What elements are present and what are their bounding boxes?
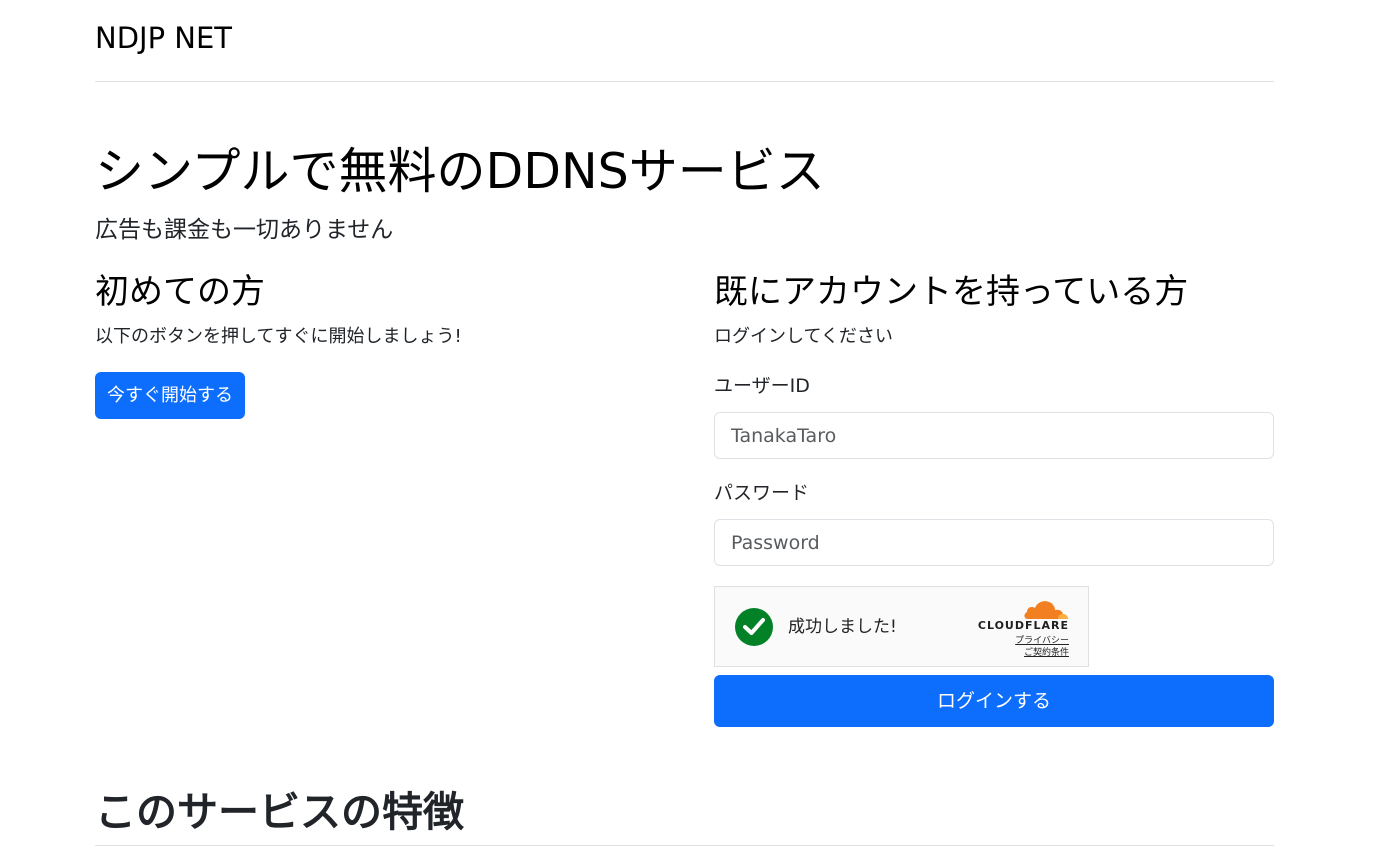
- password-input[interactable]: [714, 519, 1274, 566]
- cloudflare-cloud-icon: [1024, 601, 1068, 619]
- features-title: このサービスの特徴: [95, 788, 464, 836]
- login-title: 既にアカウントを持っている方: [714, 272, 1189, 312]
- hero-subtitle: 広告も課金も一切ありません: [95, 217, 394, 243]
- hero-title: シンプルで無料のDDNSサービス: [95, 143, 825, 200]
- user-id-input[interactable]: [714, 412, 1274, 459]
- start-now-button[interactable]: 今すぐ開始する: [95, 372, 245, 419]
- new-users-text: 以下のボタンを押してすぐに開始しましょう!: [95, 326, 462, 347]
- features-divider: [95, 845, 1274, 846]
- new-users-title: 初めての方: [95, 272, 265, 312]
- terms-link[interactable]: ご契約条件: [1024, 648, 1069, 659]
- check-icon: [735, 608, 773, 646]
- navbar: NDJP NET: [95, 0, 1274, 82]
- cloudflare-logo: CLOUDFLARE: [977, 619, 1069, 632]
- login-button[interactable]: ログインする: [714, 675, 1274, 727]
- new-users-section: 初めての方 以下のボタンを押してすぐに開始しましょう! 今すぐ開始する: [95, 268, 655, 419]
- brand-link[interactable]: NDJP NET: [95, 20, 232, 56]
- user-id-label: ユーザーID: [714, 375, 810, 397]
- login-text: ログインしてください: [714, 326, 893, 347]
- privacy-link[interactable]: プライバシー: [1015, 636, 1069, 647]
- login-section: 既にアカウントを持っている方 ログインしてください ユーザーID パスワード 成…: [714, 268, 1274, 727]
- captcha-status-text: 成功しました!: [788, 617, 897, 637]
- page-container: NDJP NET シンプルで無料のDDNSサービス 広告も課金も一切ありません …: [95, 0, 1274, 856]
- captcha-widget[interactable]: 成功しました! CLOUDFLARE プライバシー ご契約条件: [714, 586, 1089, 667]
- password-label: パスワード: [714, 482, 810, 504]
